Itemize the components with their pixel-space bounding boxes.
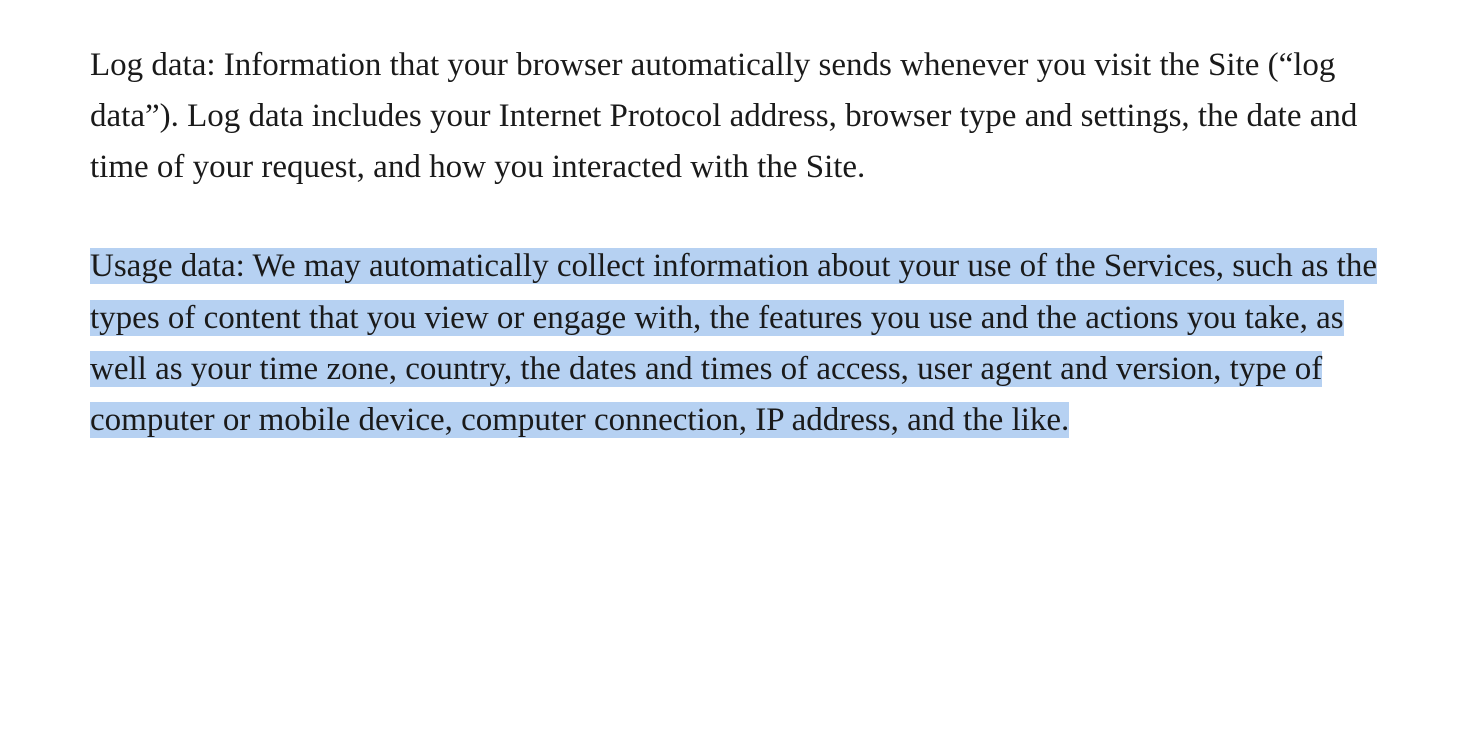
paragraph-usage-data: Usage data: We may automatically collect… bbox=[90, 241, 1384, 446]
paragraph-text: Log data: Information that your browser … bbox=[90, 47, 1357, 185]
paragraph-log-data: Log data: Information that your browser … bbox=[90, 40, 1384, 193]
paragraph-text-highlighted: Usage data: We may automatically collect… bbox=[90, 248, 1377, 437]
